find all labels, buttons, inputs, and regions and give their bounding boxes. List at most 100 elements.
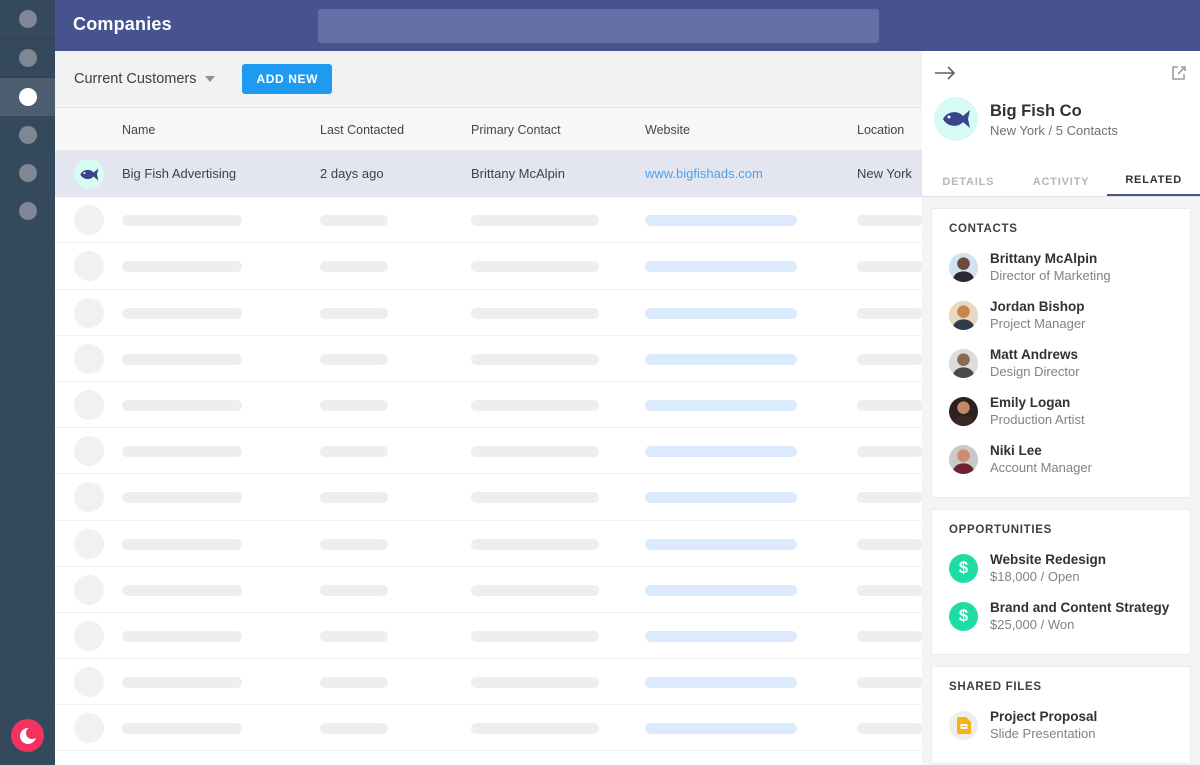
placeholder-bar xyxy=(471,630,599,642)
table-row-placeholder[interactable] xyxy=(55,335,922,382)
filter-dropdown-label: Current Customers xyxy=(74,71,197,87)
table-body: Big Fish Advertising 2 days ago Brittany M… xyxy=(55,151,922,752)
table-row-placeholder[interactable] xyxy=(55,566,922,613)
placeholder-avatar xyxy=(74,667,104,698)
column-header[interactable]: Last Contacted xyxy=(320,123,404,137)
opportunities-card: OPPORTUNITIES $ Website Redesign $18,000 /… xyxy=(931,509,1191,655)
placeholder-bar xyxy=(857,261,922,273)
table-row-placeholder[interactable] xyxy=(55,474,922,521)
placeholder-bar xyxy=(645,723,797,735)
circle-icon xyxy=(18,126,37,144)
contact-item[interactable]: Niki Lee Account Manager xyxy=(932,435,1190,483)
placeholder-bar xyxy=(645,399,797,411)
placeholder-bar xyxy=(320,723,388,735)
opportunity-item[interactable]: $ Website Redesign $18,000 / Open xyxy=(932,544,1190,592)
table-row-placeholder[interactable] xyxy=(55,705,922,752)
placeholder-bar xyxy=(122,353,242,365)
contact-item[interactable]: Matt Andrews Design Director xyxy=(932,339,1190,387)
placeholder-bar xyxy=(320,399,388,411)
contact-item[interactable]: Jordan Bishop Project Manager xyxy=(932,291,1190,339)
placeholder-avatar xyxy=(74,389,104,420)
contacts-card: CONTACTS Brittany McAlpin Director of Mar… xyxy=(931,208,1191,498)
placeholder-bar xyxy=(320,630,388,642)
table-row-selected[interactable]: Big Fish Advertising 2 days ago Brittany M… xyxy=(55,151,922,198)
placeholder-bar xyxy=(320,677,388,689)
external-link-icon[interactable] xyxy=(1170,64,1188,82)
placeholder-bar xyxy=(471,399,599,411)
placeholder-bar xyxy=(857,446,922,458)
add-new-button[interactable]: ADD NEW xyxy=(242,64,333,94)
filter-dropdown[interactable]: Current Customers xyxy=(74,71,216,87)
placeholder-bar xyxy=(471,584,599,596)
placeholder-bar xyxy=(122,677,242,689)
column-header[interactable]: Name xyxy=(122,123,155,137)
table-row-placeholder[interactable] xyxy=(55,520,922,567)
placeholder-bar xyxy=(122,538,242,550)
column-header[interactable]: Location xyxy=(857,123,904,137)
placeholder-bar xyxy=(320,307,388,319)
placeholder-bar xyxy=(122,307,242,319)
placeholder-avatar xyxy=(74,205,104,236)
tab-details[interactable]: DETAILS xyxy=(922,176,1015,196)
document-icon xyxy=(949,710,978,740)
photo-man-1-icon xyxy=(949,300,978,330)
circle-icon xyxy=(18,88,37,106)
placeholder-bar xyxy=(645,538,797,550)
table-row-placeholder[interactable] xyxy=(55,289,922,336)
column-header[interactable]: Primary Contact xyxy=(471,123,561,137)
sidebar-nav-item-2[interactable] xyxy=(0,39,55,77)
placeholder-bar xyxy=(645,492,797,504)
table-row-placeholder[interactable] xyxy=(55,428,922,475)
placeholder-bar xyxy=(471,677,599,689)
item-name: Emily Logan xyxy=(990,395,1071,410)
placeholder-bar xyxy=(471,261,599,273)
opportunity-item[interactable]: $ Brand and Content Strategy $25,000 / Won xyxy=(932,592,1190,640)
item-subtitle: Account Manager xyxy=(990,460,1092,475)
contact-item[interactable]: Brittany McAlpin Director of Marketing xyxy=(932,243,1190,291)
avatar xyxy=(74,159,104,189)
placeholder-bar xyxy=(320,446,388,458)
table-row-placeholder[interactable] xyxy=(55,197,922,244)
cell-website[interactable]: www.bigfishads.com xyxy=(645,166,763,181)
placeholder-bar xyxy=(645,584,797,596)
table-row-placeholder[interactable] xyxy=(55,243,922,290)
table-row-placeholder[interactable] xyxy=(55,659,922,706)
placeholder-bar xyxy=(122,261,242,273)
fish-icon xyxy=(80,168,99,180)
placeholder-bar xyxy=(471,353,599,365)
tab-activity[interactable]: ACTIVITY xyxy=(1015,176,1108,196)
column-header[interactable]: Website xyxy=(645,123,690,137)
company-summary: Big Fish Co New York / 5 Contacts xyxy=(934,97,1118,141)
file-item[interactable]: Project Proposal Slide Presentation xyxy=(932,701,1190,749)
placeholder-bar xyxy=(857,723,922,735)
sidebar-nav-item-4[interactable] xyxy=(0,116,55,154)
placeholder-bar xyxy=(122,630,242,642)
placeholder-bar xyxy=(471,492,599,504)
placeholder-avatar xyxy=(74,574,104,605)
app-logo[interactable] xyxy=(11,719,44,752)
sidebar-nav-item-3[interactable] xyxy=(0,78,55,116)
table-row-placeholder[interactable] xyxy=(55,381,922,429)
placeholder-bar xyxy=(645,307,797,319)
app-root: Companies Current Customers ADD NEW Name… xyxy=(0,0,1200,765)
placeholder-avatar xyxy=(74,713,104,744)
list-toolbar: Current Customers ADD NEW xyxy=(55,51,922,108)
placeholder-bar xyxy=(122,215,242,227)
contact-item[interactable]: Emily Logan Production Artist xyxy=(932,387,1190,435)
contact-avatar xyxy=(949,396,978,426)
sidebar-nav-item-6[interactable] xyxy=(0,192,55,230)
photo-woman-2-icon xyxy=(949,396,978,426)
tab-related[interactable]: RELATED xyxy=(1107,174,1200,196)
cell-primary-contact: Brittany McAlpin xyxy=(471,166,565,181)
item-name: Brand and Content Strategy xyxy=(990,600,1170,615)
search-input[interactable] xyxy=(318,9,879,43)
arrow-right-icon[interactable] xyxy=(934,65,958,85)
cell-last-contacted: 2 days ago xyxy=(320,166,384,181)
circle-icon xyxy=(18,10,37,28)
table-row-placeholder[interactable] xyxy=(55,612,922,660)
placeholder-bar xyxy=(645,353,797,365)
item-subtitle: Project Manager xyxy=(990,316,1086,331)
sidebar-nav-item-1[interactable] xyxy=(0,0,55,38)
placeholder-bar xyxy=(645,677,797,689)
sidebar-nav-item-5[interactable] xyxy=(0,154,55,192)
